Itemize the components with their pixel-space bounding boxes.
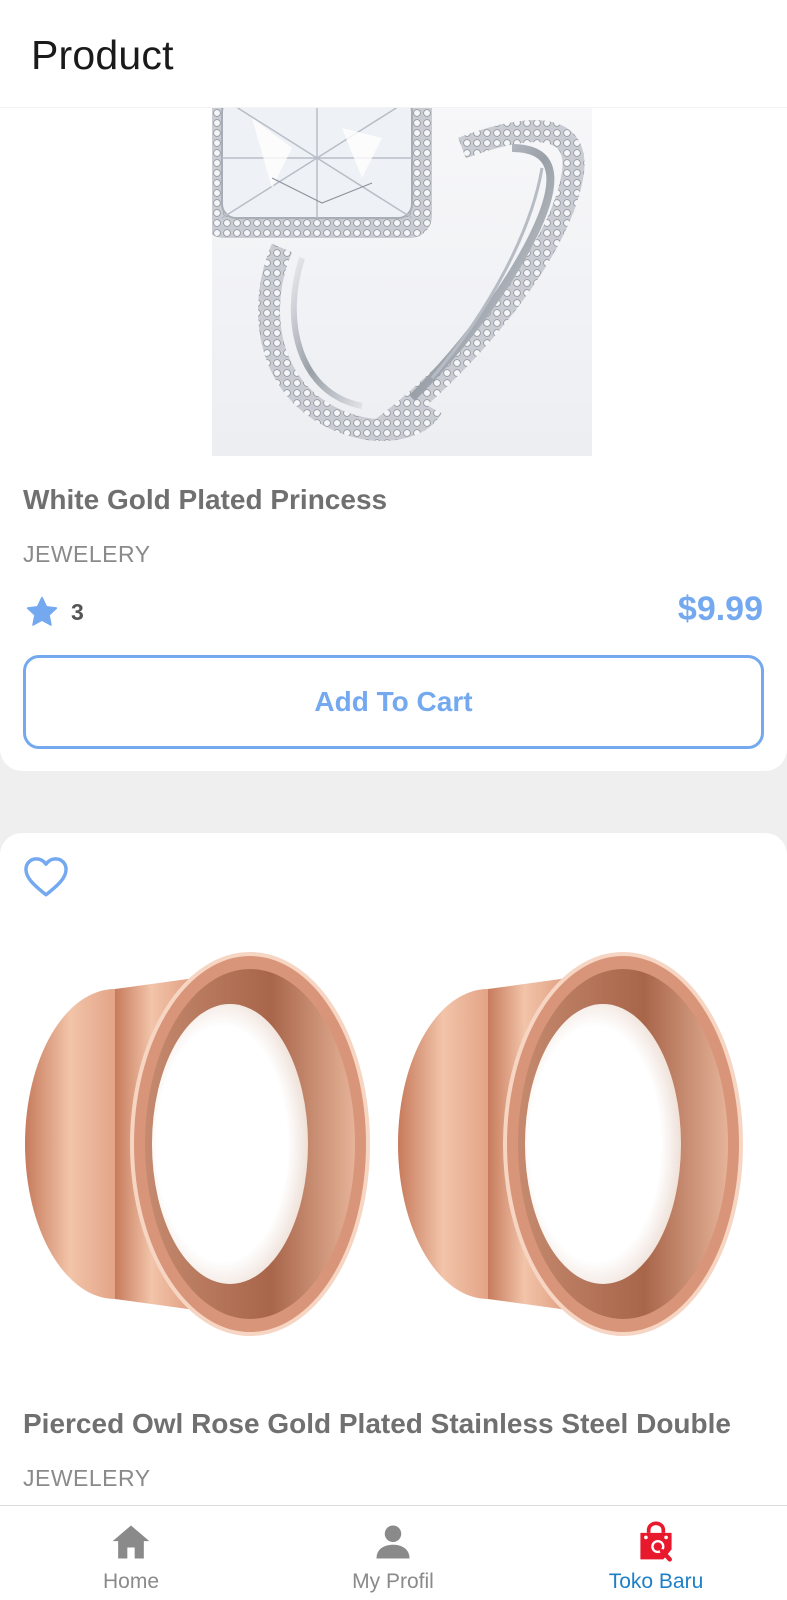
star-icon [26,596,58,626]
nav-label: Home [102,1570,160,1593]
page-title: Product [31,32,174,78]
product-card[interactable]: Pierced Owl Rose Gold Plated Stainless S… [0,833,787,1600]
nav-item-toko-baru[interactable]: Toko Baru [525,1506,787,1600]
nav-item-my-profil[interactable]: My Profil [262,1506,524,1600]
add-to-cart-button[interactable]: Add To Cart [23,655,764,749]
nav-label: Toko Baru [608,1570,704,1593]
person-icon [376,1525,410,1559]
product-image [212,108,592,456]
bottom-navigation: Home My Profil Toko Baru [0,1505,787,1600]
product-category: JEWELERY [23,1465,151,1491]
nav-item-home[interactable]: Home [0,1506,262,1600]
nav-label: My Profil [352,1570,434,1593]
product-card[interactable]: White Gold Plated Princess JEWELERY 3 $9… [0,60,787,771]
home-icon [112,1525,150,1559]
rating-count: 3 [71,598,84,625]
product-image [20,929,770,1349]
app-bar: Product [0,0,787,108]
shopping-bag-search-icon [640,1521,672,1562]
product-rating: 3 [23,592,84,632]
product-price: $9.99 [677,590,763,628]
heart-outline-icon[interactable] [23,856,69,898]
product-category: JEWELERY [23,541,151,567]
product-title: White Gold Plated Princess [23,484,388,515]
product-title: Pierced Owl Rose Gold Plated Stainless S… [23,1408,731,1439]
